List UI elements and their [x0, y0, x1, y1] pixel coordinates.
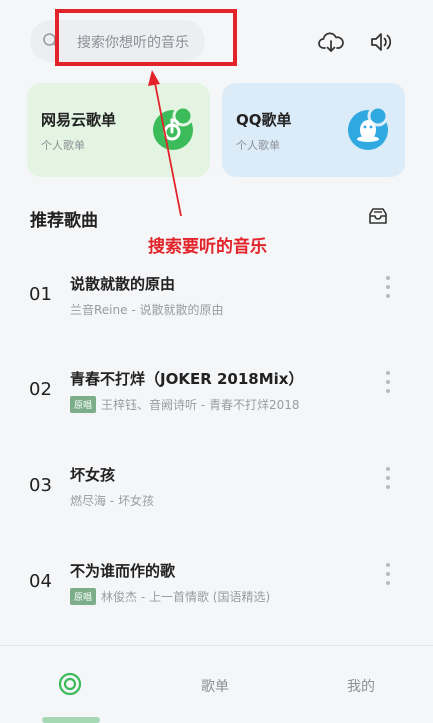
annotation-label: 搜索要听的音乐 [148, 237, 267, 257]
song-subtitle: 兰音Reine - 说散就散的原由 [70, 301, 223, 318]
qq-penguin-icon [345, 105, 391, 157]
song-artist-album: 燃尽海 - 坏女孩 [70, 494, 154, 508]
song-row[interactable]: 02 青春不打烊（JOKER 2018Mix） 原唱 王梓钰、音阙诗听 - 青春不… [0, 357, 433, 427]
card-title: 网易云歌单 [41, 111, 117, 129]
bottom-tab-bar: 歌单 我的 [0, 645, 433, 723]
song-number: 03 [29, 475, 52, 496]
qq-playlist-card[interactable]: QQ歌单 个人歌单 [222, 83, 405, 177]
song-subtitle: 原唱 王梓钰、音阙诗听 - 青春不打烊2018 [70, 396, 300, 413]
card-title: QQ歌单 [236, 111, 292, 129]
speaker-volume-icon[interactable] [368, 30, 394, 58]
song-artist-album: 王梓钰、音阙诗听 - 青春不打烊2018 [101, 398, 300, 412]
song-title: 不为谁而作的歌 [70, 562, 176, 580]
card-subtitle: 个人歌单 [41, 139, 85, 152]
more-options-icon[interactable] [386, 467, 390, 494]
more-options-icon[interactable] [386, 276, 390, 303]
song-row[interactable]: 04 不为谁而作的歌 原唱 林俊杰 - 上一首情歌 (国语精选) [0, 549, 433, 619]
song-artist-album: 兰音Reine - 说散就散的原由 [70, 303, 224, 317]
section-title: 推荐歌曲 [30, 211, 98, 231]
song-number: 04 [29, 571, 52, 592]
song-artist-album: 林俊杰 - 上一首情歌 (国语精选) [101, 590, 271, 604]
song-title: 坏女孩 [70, 466, 116, 484]
song-number: 02 [29, 379, 52, 400]
netease-music-icon [150, 105, 196, 157]
song-title: 说散就散的原由 [70, 275, 176, 293]
card-subtitle: 个人歌单 [236, 139, 280, 152]
netease-playlist-card[interactable]: 网易云歌单 个人歌单 [27, 83, 210, 177]
inbox-tray-icon[interactable] [368, 207, 388, 229]
tab-playlists[interactable]: 歌单 [201, 676, 229, 696]
song-title: 青春不打烊（JOKER 2018Mix） [70, 370, 304, 388]
active-tab-indicator [42, 717, 100, 723]
original-singer-badge: 原唱 [70, 396, 97, 413]
annotation-highlight-box [55, 9, 237, 66]
song-row[interactable]: 01 说散就散的原由 兰音Reine - 说散就散的原由 [0, 262, 433, 332]
original-singer-badge: 原唱 [70, 588, 97, 605]
song-row[interactable]: 03 坏女孩 燃尽海 - 坏女孩 [0, 453, 433, 523]
song-subtitle: 原唱 林俊杰 - 上一首情歌 (国语精选) [70, 588, 270, 605]
more-options-icon[interactable] [386, 563, 390, 590]
tab-mine[interactable]: 我的 [347, 676, 375, 696]
download-cloud-icon[interactable] [318, 30, 344, 58]
song-number: 01 [29, 284, 52, 305]
home-circle-icon[interactable] [58, 672, 82, 700]
song-subtitle: 燃尽海 - 坏女孩 [70, 492, 154, 509]
more-options-icon[interactable] [386, 371, 390, 398]
